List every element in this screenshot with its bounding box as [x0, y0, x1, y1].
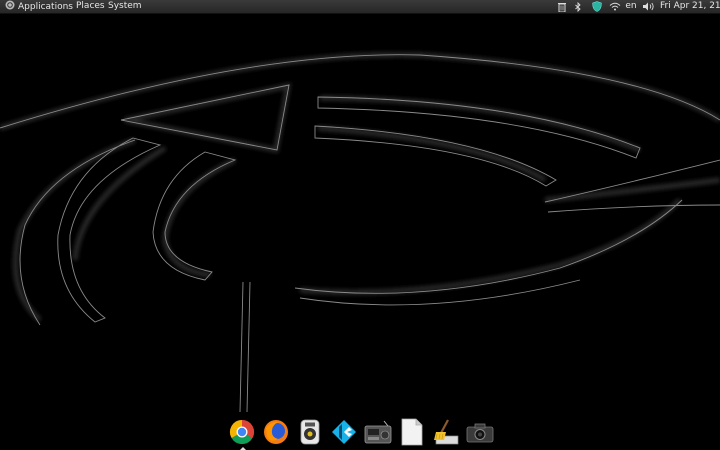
bluetooth-icon[interactable]	[573, 0, 583, 13]
top-panel: Applications Places System en Fri Apr 21…	[0, 0, 720, 14]
wallpaper-lines	[0, 54, 720, 413]
ubuntu-logo-icon	[5, 0, 15, 10]
media-player-launcher[interactable]	[296, 418, 324, 446]
wallpaper-glow	[0, 52, 720, 322]
radio-launcher[interactable]	[364, 418, 392, 446]
firefox-icon	[264, 419, 288, 444]
trash-icon[interactable]	[556, 0, 568, 13]
kodi-launcher[interactable]	[330, 418, 358, 446]
document-icon	[401, 418, 423, 445]
firefox-launcher[interactable]	[262, 418, 290, 446]
volume-icon[interactable]	[642, 0, 656, 13]
shield-icon[interactable]	[590, 0, 603, 13]
chrome-launcher[interactable]	[228, 418, 256, 450]
radio-icon	[364, 420, 392, 443]
kodi-icon	[332, 419, 356, 444]
applications-menu[interactable]: Applications	[3, 0, 75, 13]
desktop-wallpaper	[0, 52, 720, 413]
cleaner-launcher[interactable]	[432, 418, 460, 446]
wifi-icon[interactable]	[608, 0, 621, 13]
camera-icon	[466, 423, 494, 442]
applications-label: Applications	[18, 2, 73, 12]
camera-launcher[interactable]	[466, 418, 494, 446]
ipod-icon	[300, 419, 320, 444]
document-viewer-launcher[interactable]	[398, 418, 426, 446]
cleaner-icon	[434, 418, 459, 444]
keyboard-layout-indicator[interactable]: en	[624, 0, 638, 13]
chrome-icon	[229, 419, 255, 444]
dock	[224, 413, 500, 450]
system-menu[interactable]: System	[106, 0, 144, 13]
clock[interactable]: Fri Apr 21, 21:13	[658, 0, 720, 13]
running-indicator	[240, 446, 246, 450]
places-menu[interactable]: Places	[74, 0, 107, 13]
